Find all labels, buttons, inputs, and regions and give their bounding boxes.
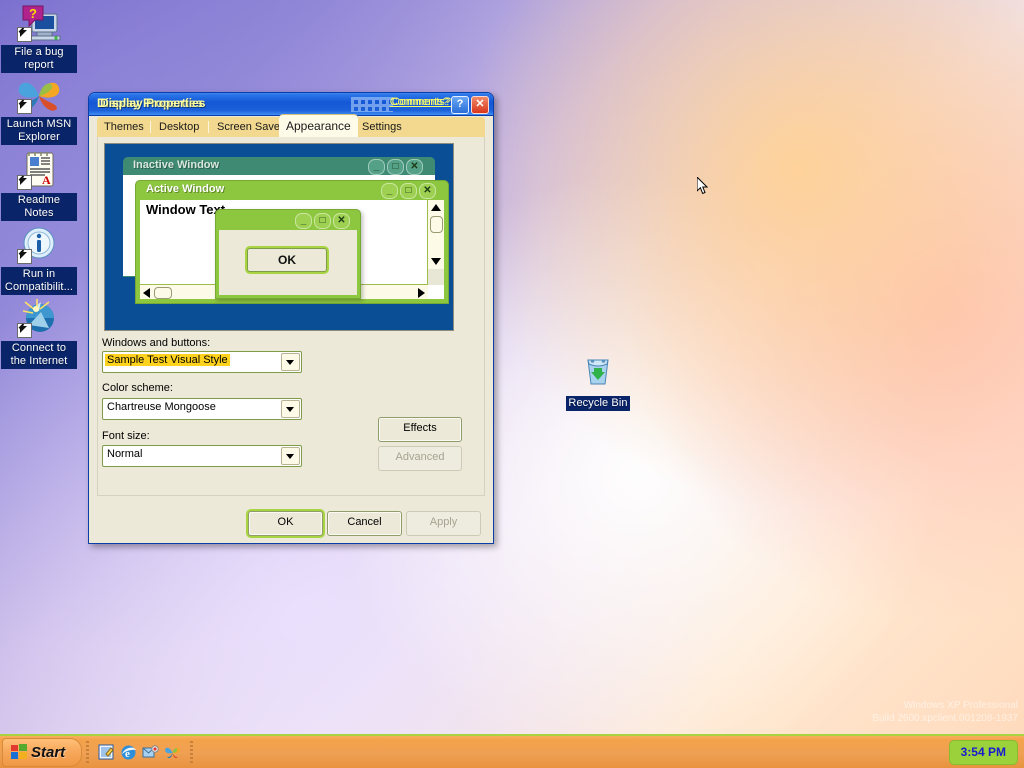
start-label: Start	[31, 744, 66, 761]
desktop-icon-label: Connect to the Internet	[1, 341, 77, 369]
dialog-button-bar: OK Cancel Apply	[89, 503, 493, 543]
preview-inactive-maximize-icon: □	[387, 159, 404, 175]
message-box-close-icon: ✕	[333, 213, 350, 229]
svg-text:e: e	[125, 748, 130, 760]
outlook-express-icon[interactable]	[142, 744, 159, 761]
preview-inactive-minimize-icon: _	[368, 159, 385, 175]
tab-desktop[interactable]: Desktop	[152, 117, 206, 137]
ok-button[interactable]: OK	[248, 511, 323, 536]
effects-button[interactable]: Effects	[378, 417, 462, 442]
mouse-cursor	[696, 175, 709, 196]
svg-text:?: ?	[29, 6, 37, 21]
desktop-icon-label: Run in Compatibilit...	[1, 267, 77, 295]
watermark-line-2: Build 2600.xpclient.001208-1937	[872, 713, 1018, 724]
desktop-icon-launch-msn-explorer[interactable]: Launch MSN Explorer	[1, 74, 77, 145]
globe-icon	[15, 298, 63, 340]
preview-active-maximize-icon: □	[400, 183, 417, 199]
font-size-value: Normal	[107, 448, 143, 460]
advanced-button: Advanced	[378, 446, 462, 471]
message-box-minimize-icon: _	[295, 213, 312, 229]
appearance-preview: Inactive Window _ □ ✕ Active Window _ □ …	[104, 143, 454, 331]
start-button[interactable]: Start	[2, 738, 83, 767]
desktop-icon-run-in-compatibility[interactable]: Run in Compatibilit...	[1, 224, 77, 295]
chevron-down-icon[interactable]	[281, 353, 300, 371]
scrollbar-corner	[428, 269, 444, 285]
tab-settings[interactable]: Settings	[355, 117, 409, 137]
title-bar-dots-decoration	[351, 97, 393, 112]
preview-message-box-body: OK	[219, 230, 357, 295]
color-scheme-label: Color scheme:	[102, 382, 173, 394]
preview-active-title-bar: Active Window _ □ ✕	[136, 181, 448, 199]
desktop-icon-label: Readme Notes	[1, 193, 77, 221]
preview-inactive-title: Inactive Window	[133, 159, 220, 171]
scroll-down-arrow-icon[interactable]	[431, 258, 441, 265]
notepad-icon: A	[15, 150, 63, 192]
windows-and-buttons-value: Sample Test Visual Style	[105, 354, 230, 366]
preview-message-box: _ □ ✕ OK	[215, 209, 361, 299]
display-properties-window: Display Properties Display Properties Co…	[88, 92, 494, 544]
preview-active-title: Active Window	[146, 183, 225, 195]
tab-separator	[150, 121, 151, 133]
scroll-up-arrow-icon[interactable]	[431, 204, 441, 211]
watermark-line-1: Windows XP Professional	[903, 700, 1018, 711]
shortcut-overlay-icon	[17, 27, 32, 42]
vertical-scrollbar-thumb[interactable]	[430, 216, 443, 233]
desktop-icon-recycle-bin[interactable]: Recycle Bin	[560, 350, 636, 411]
preview-inactive-title-bar: Inactive Window _ □ ✕	[123, 157, 435, 175]
windows-and-buttons-label: Windows and buttons:	[102, 337, 211, 349]
preview-active-minimize-icon: _	[381, 183, 398, 199]
shortcut-overlay-icon	[17, 249, 32, 264]
window-title-ghost: Display Properties	[100, 96, 206, 110]
appearance-tab-panel: Inactive Window _ □ ✕ Active Window _ □ …	[97, 137, 485, 496]
internet-explorer-icon[interactable]: e	[120, 744, 137, 761]
desktop-icon-label: File a bug report	[1, 45, 77, 73]
bug-report-icon: ?	[15, 2, 63, 44]
msn-butterfly-icon[interactable]	[164, 744, 181, 761]
shortcut-overlay-icon	[17, 99, 32, 114]
color-scheme-value: Chartreuse Mongoose	[107, 401, 216, 413]
info-icon	[15, 224, 63, 266]
tab-strip: Themes Desktop Screen Saver Appearance S…	[97, 115, 485, 137]
taskbar: Start e 3:54 PM	[0, 734, 1024, 768]
apply-button: Apply	[406, 511, 481, 536]
taskbar-clock[interactable]: 3:54 PM	[948, 740, 1018, 765]
quick-launch-separator-right	[190, 741, 193, 763]
quick-launch-separator-left	[86, 741, 89, 763]
preview-message-box-title-bar: _ □ ✕	[216, 210, 360, 230]
comments-link-ghost: Comments?	[391, 96, 451, 108]
cancel-button[interactable]: Cancel	[327, 511, 402, 536]
help-button[interactable]: ?	[451, 96, 469, 114]
chevron-down-icon[interactable]	[281, 447, 300, 465]
chevron-down-icon[interactable]	[281, 400, 300, 418]
desktop-icon-label: Recycle Bin	[566, 396, 630, 411]
preview-window-text: Window Text	[146, 202, 226, 217]
tab-appearance[interactable]: Appearance	[279, 115, 358, 137]
tab-themes[interactable]: Themes	[97, 117, 151, 137]
shortcut-overlay-icon	[17, 323, 32, 338]
preview-inactive-close-icon: ✕	[406, 159, 423, 175]
close-button[interactable]: ✕	[471, 96, 489, 114]
desktop-icon-label: Launch MSN Explorer	[1, 117, 77, 145]
desktop-icon-connect-to-the-internet[interactable]: Connect to the Internet	[1, 298, 77, 369]
desktop-icon-readme-notes[interactable]: A Readme Notes	[1, 150, 77, 221]
windows-and-buttons-dropdown[interactable]: Sample Test Visual Style	[102, 351, 302, 373]
scroll-right-arrow-icon[interactable]	[418, 288, 425, 298]
preview-ok-button[interactable]: OK	[247, 248, 327, 272]
horizontal-scrollbar-thumb[interactable]	[154, 287, 172, 299]
shortcut-overlay-icon	[17, 175, 32, 190]
color-scheme-dropdown[interactable]: Chartreuse Mongoose	[102, 398, 302, 420]
msn-butterfly-icon	[15, 74, 63, 116]
show-desktop-icon[interactable]	[98, 744, 115, 761]
svg-text:A: A	[42, 173, 51, 187]
font-size-dropdown[interactable]: Normal	[102, 445, 302, 467]
font-size-label: Font size:	[102, 430, 150, 442]
window-title-bar[interactable]: Display Properties Display Properties Co…	[89, 93, 493, 116]
recycle-bin-icon	[574, 350, 622, 392]
preview-vertical-scrollbar[interactable]	[427, 200, 444, 285]
preview-active-close-icon: ✕	[419, 183, 436, 199]
tab-separator	[208, 121, 209, 133]
message-box-maximize-icon: □	[314, 213, 331, 229]
desktop-icon-file-a-bug-report[interactable]: ? File a bug report	[1, 2, 77, 73]
scroll-left-arrow-icon[interactable]	[143, 288, 150, 298]
